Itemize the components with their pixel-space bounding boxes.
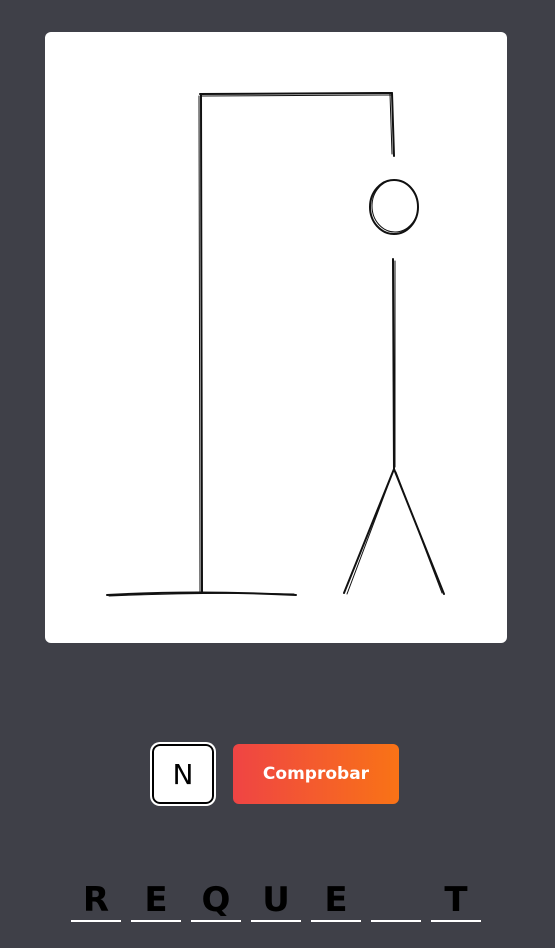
- letter-slot: U: [251, 878, 301, 922]
- letter-slot: E: [311, 878, 361, 922]
- check-button[interactable]: Comprobar: [233, 744, 399, 804]
- guess-form: Comprobar: [151, 743, 399, 805]
- gallows-pole: [200, 93, 203, 594]
- gallows-rope: [391, 92, 395, 157]
- hangman-body: [392, 258, 395, 470]
- hangman-head: [369, 179, 419, 235]
- letter-slot: Q: [191, 878, 241, 922]
- hangman-left-leg: [343, 468, 395, 594]
- word-display: R E Q U E T: [71, 878, 481, 922]
- letter-input[interactable]: [151, 743, 215, 805]
- letter-slot: [371, 878, 421, 922]
- letter-slot: E: [131, 878, 181, 922]
- hangman-drawing: [106, 92, 445, 597]
- hangman-board: [45, 32, 507, 643]
- letter-slot: R: [71, 878, 121, 922]
- gallows-beam: [199, 92, 393, 95]
- letter-slot: T: [431, 878, 481, 922]
